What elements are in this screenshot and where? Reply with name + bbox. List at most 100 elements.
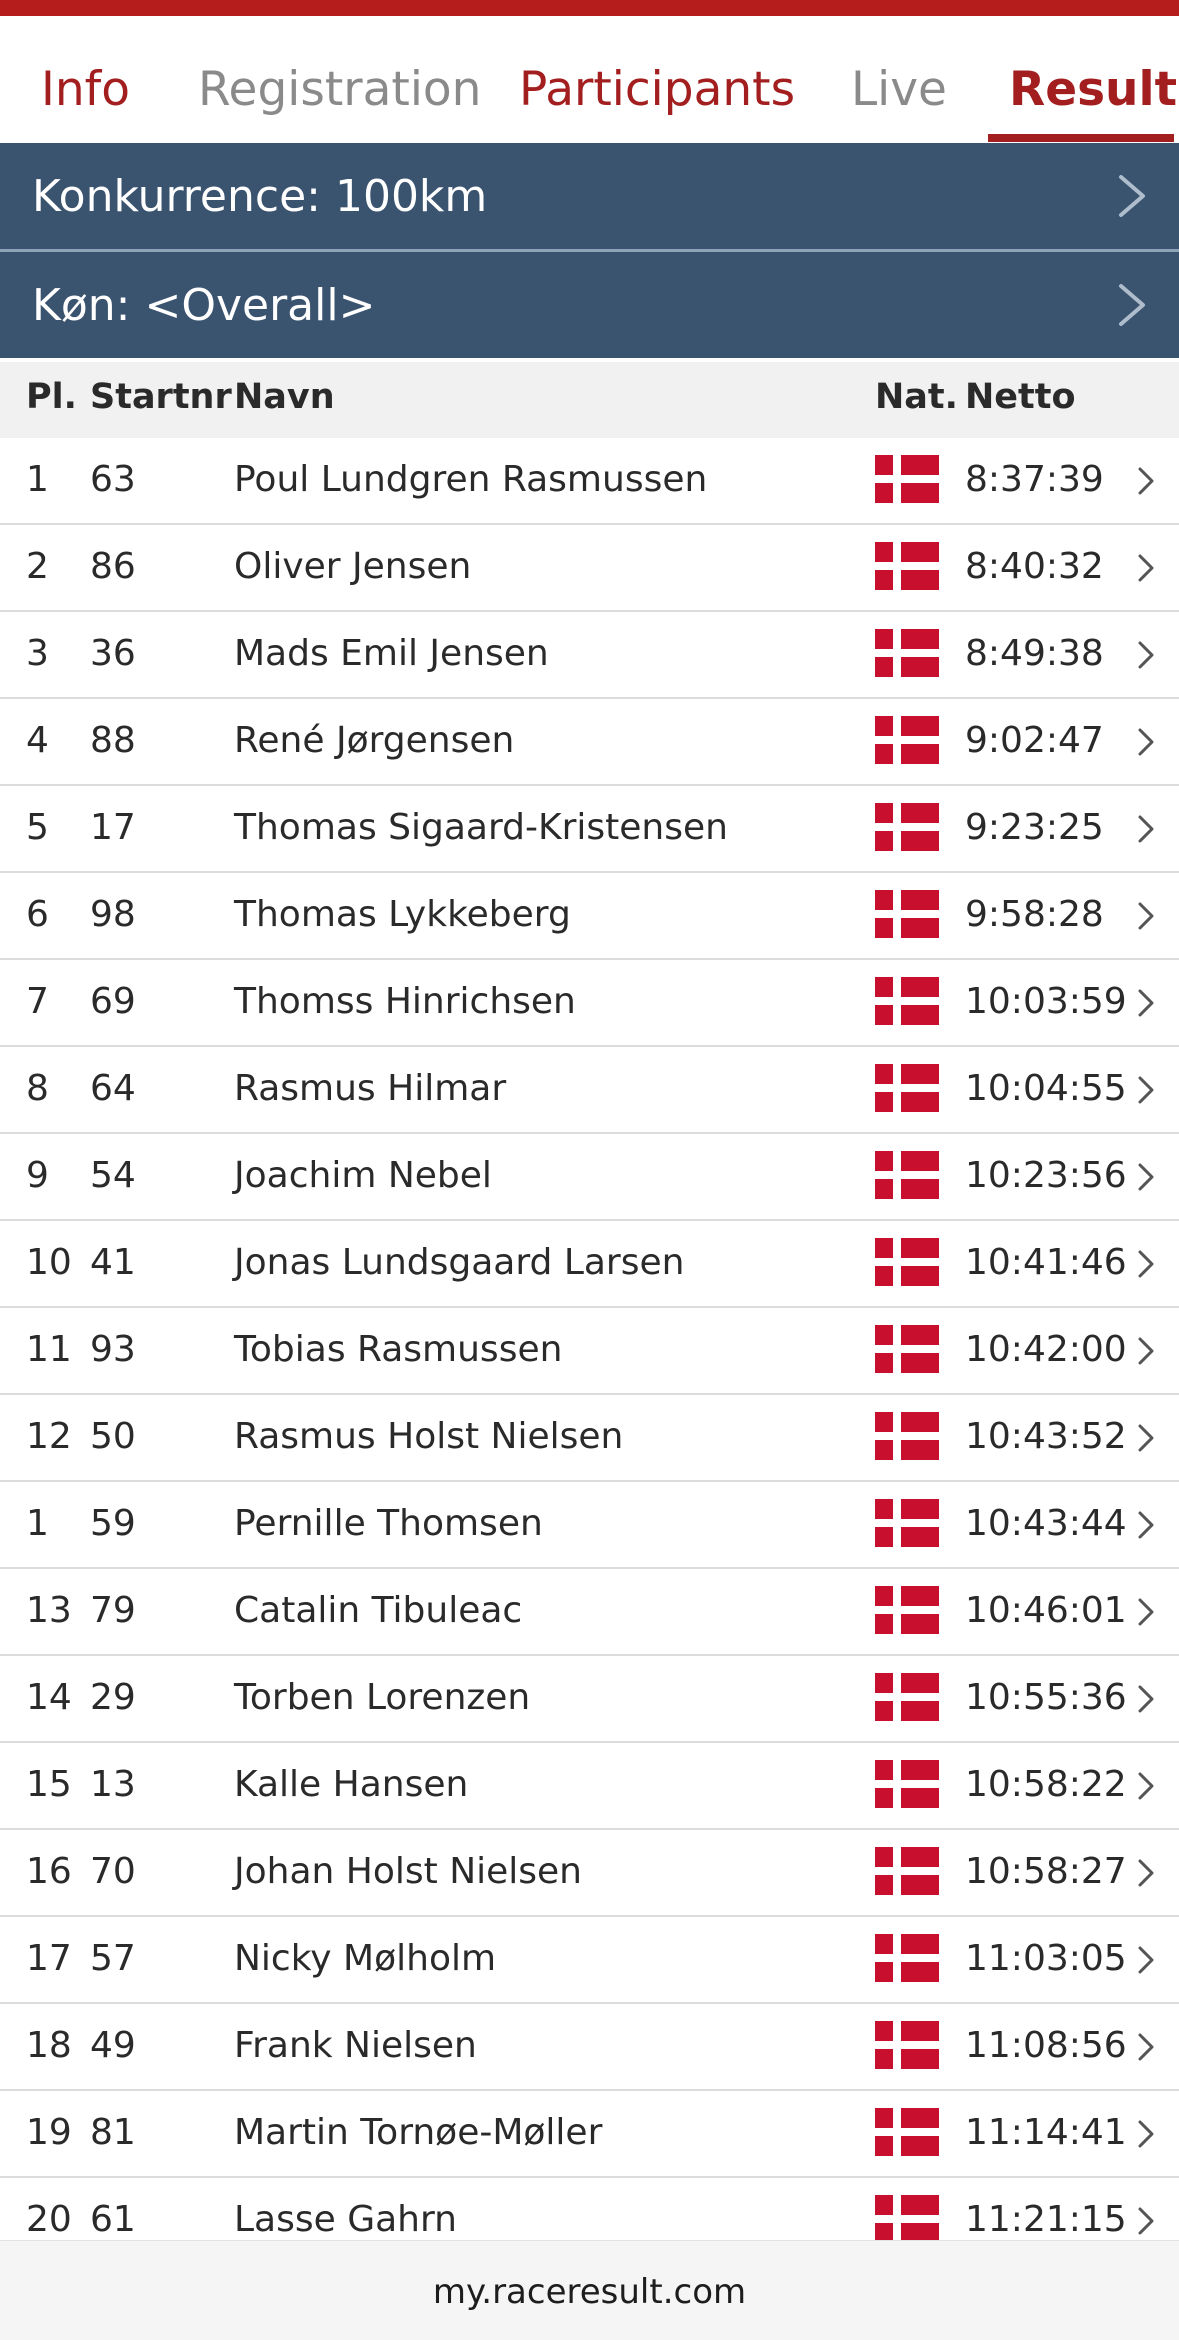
table-row[interactable]: 4 88 René Jørgensen 9:02:47	[0, 699, 1179, 786]
row-startnr: 86	[90, 546, 136, 587]
table-row[interactable]: 11 93 Tobias Rasmussen 10:42:00	[0, 1308, 1179, 1395]
denmark-flag-icon	[875, 1325, 939, 1373]
row-name: Jonas Lundsgaard Larsen	[234, 1242, 685, 1283]
row-startnr: 79	[90, 1590, 136, 1631]
row-netto-time: 10:58:22	[965, 1764, 1127, 1805]
row-netto-time: 11:14:41	[965, 2112, 1127, 2153]
row-startnr: 36	[90, 633, 136, 674]
row-name: Nicky Mølholm	[234, 1938, 497, 1979]
denmark-flag-icon	[875, 2108, 939, 2156]
row-startnr: 70	[90, 1851, 136, 1892]
gender-selector-label: Køn: <Overall>	[32, 280, 376, 331]
row-netto-time: 10:43:44	[965, 1503, 1127, 1544]
denmark-flag-icon	[875, 716, 939, 764]
denmark-flag-icon	[875, 2195, 939, 2240]
denmark-flag-icon	[875, 1760, 939, 1808]
table-row[interactable]: 2 86 Oliver Jensen 8:40:32	[0, 525, 1179, 612]
table-row[interactable]: 7 69 Thomss Hinrichsen 10:03:59	[0, 960, 1179, 1047]
tab-registration[interactable]: Registration	[198, 66, 481, 113]
row-startnr: 88	[90, 720, 136, 761]
table-row[interactable]: 6 98 Thomas Lykkeberg 9:58:28	[0, 873, 1179, 960]
row-startnr: 49	[90, 2025, 136, 2066]
chevron-right-icon	[1138, 902, 1154, 930]
tab-results[interactable]: Results	[1009, 66, 1179, 113]
results-table-body: 1 63 Poul Lundgren Rasmussen 8:37:39 2 86 Oliv…	[0, 438, 1179, 2240]
top-accent-bar	[0, 0, 1179, 16]
competition-selector[interactable]: Konkurrence: 100km	[0, 143, 1179, 249]
row-name: Johan Holst Nielsen	[234, 1851, 582, 1892]
row-startnr: 61	[90, 2199, 136, 2240]
table-row[interactable]: 3 36 Mads Emil Jensen 8:49:38	[0, 612, 1179, 699]
header-netto: Netto	[965, 377, 1076, 417]
row-place: 1	[26, 1503, 49, 1544]
row-place: 12	[26, 1416, 72, 1457]
denmark-flag-icon	[875, 629, 939, 677]
row-startnr: 59	[90, 1503, 136, 1544]
denmark-flag-icon	[875, 455, 939, 503]
row-place: 16	[26, 1851, 72, 1892]
denmark-flag-icon	[875, 803, 939, 851]
table-row[interactable]: 5 17 Thomas Sigaard-Kristensen 9:23:25	[0, 786, 1179, 873]
table-row[interactable]: 16 70 Johan Holst Nielsen 10:58:27	[0, 1830, 1179, 1917]
url-text: my.raceresult.com	[432, 2272, 747, 2312]
row-netto-time: 10:42:00	[965, 1329, 1127, 1370]
chevron-right-icon	[1119, 175, 1145, 217]
denmark-flag-icon	[875, 1412, 939, 1460]
denmark-flag-icon	[875, 977, 939, 1025]
header-name: Navn	[234, 377, 335, 417]
table-row[interactable]: 19 81 Martin Tornøe-Møller 11:14:41	[0, 2091, 1179, 2178]
row-name: Rasmus Hilmar	[234, 1068, 507, 1109]
chevron-right-icon	[1138, 989, 1154, 1017]
tab-info[interactable]: Info	[41, 66, 130, 113]
row-startnr: 81	[90, 2112, 136, 2153]
table-row[interactable]: 9 54 Joachim Nebel 10:23:56	[0, 1134, 1179, 1221]
table-row[interactable]: 17 57 Nicky Mølholm 11:03:05	[0, 1917, 1179, 2004]
row-place: 5	[26, 807, 49, 848]
row-netto-time: 9:02:47	[965, 720, 1104, 761]
row-name: Thomas Lykkeberg	[234, 894, 571, 935]
row-place: 19	[26, 2112, 72, 2153]
table-row[interactable]: 10 41 Jonas Lundsgaard Larsen 10:41:46	[0, 1221, 1179, 1308]
row-startnr: 17	[90, 807, 136, 848]
table-row[interactable]: 1 63 Poul Lundgren Rasmussen 8:37:39	[0, 438, 1179, 525]
row-startnr: 57	[90, 1938, 136, 1979]
row-netto-time: 10:23:56	[965, 1155, 1127, 1196]
row-place: 13	[26, 1590, 72, 1631]
active-tab-indicator	[988, 134, 1174, 142]
table-row[interactable]: 1 59 Pernille Thomsen 10:43:44	[0, 1482, 1179, 1569]
header-startnr: Startnr	[90, 377, 232, 417]
table-row[interactable]: 8 64 Rasmus Hilmar 10:04:55	[0, 1047, 1179, 1134]
row-startnr: 29	[90, 1677, 136, 1718]
table-row[interactable]: 12 50 Rasmus Holst Nielsen 10:43:52	[0, 1395, 1179, 1482]
chevron-right-icon	[1138, 1424, 1154, 1452]
browser-url-bar[interactable]: my.raceresult.com	[0, 2240, 1179, 2340]
chevron-right-icon	[1138, 1250, 1154, 1278]
row-netto-time: 8:40:32	[965, 546, 1104, 587]
row-place: 9	[26, 1155, 49, 1196]
denmark-flag-icon	[875, 542, 939, 590]
table-row[interactable]: 18 49 Frank Nielsen 11:08:56	[0, 2004, 1179, 2091]
tab-live[interactable]: Live	[851, 66, 947, 113]
row-name: Frank Nielsen	[234, 2025, 477, 2066]
competition-selector-label: Konkurrence: 100km	[32, 171, 488, 222]
row-place: 17	[26, 1938, 72, 1979]
table-row[interactable]: 14 29 Torben Lorenzen 10:55:36	[0, 1656, 1179, 1743]
row-name: Oliver Jensen	[234, 546, 472, 587]
row-name: Kalle Hansen	[234, 1764, 469, 1805]
table-row[interactable]: 15 13 Kalle Hansen 10:58:22	[0, 1743, 1179, 1830]
chevron-right-icon	[1138, 1076, 1154, 1104]
chevron-right-icon	[1138, 1511, 1154, 1539]
row-netto-time: 10:46:01	[965, 1590, 1127, 1631]
denmark-flag-icon	[875, 1238, 939, 1286]
row-place: 18	[26, 2025, 72, 2066]
denmark-flag-icon	[875, 1064, 939, 1112]
gender-selector[interactable]: Køn: <Overall>	[0, 252, 1179, 358]
row-place: 20	[26, 2199, 72, 2240]
denmark-flag-icon	[875, 2021, 939, 2069]
row-startnr: 93	[90, 1329, 136, 1370]
row-name: Poul Lundgren Rasmussen	[234, 459, 708, 500]
tab-participants[interactable]: Participants	[519, 66, 795, 113]
row-place: 2	[26, 546, 49, 587]
table-row[interactable]: 20 61 Lasse Gahrn 11:21:15	[0, 2178, 1179, 2240]
table-row[interactable]: 13 79 Catalin Tibuleac 10:46:01	[0, 1569, 1179, 1656]
